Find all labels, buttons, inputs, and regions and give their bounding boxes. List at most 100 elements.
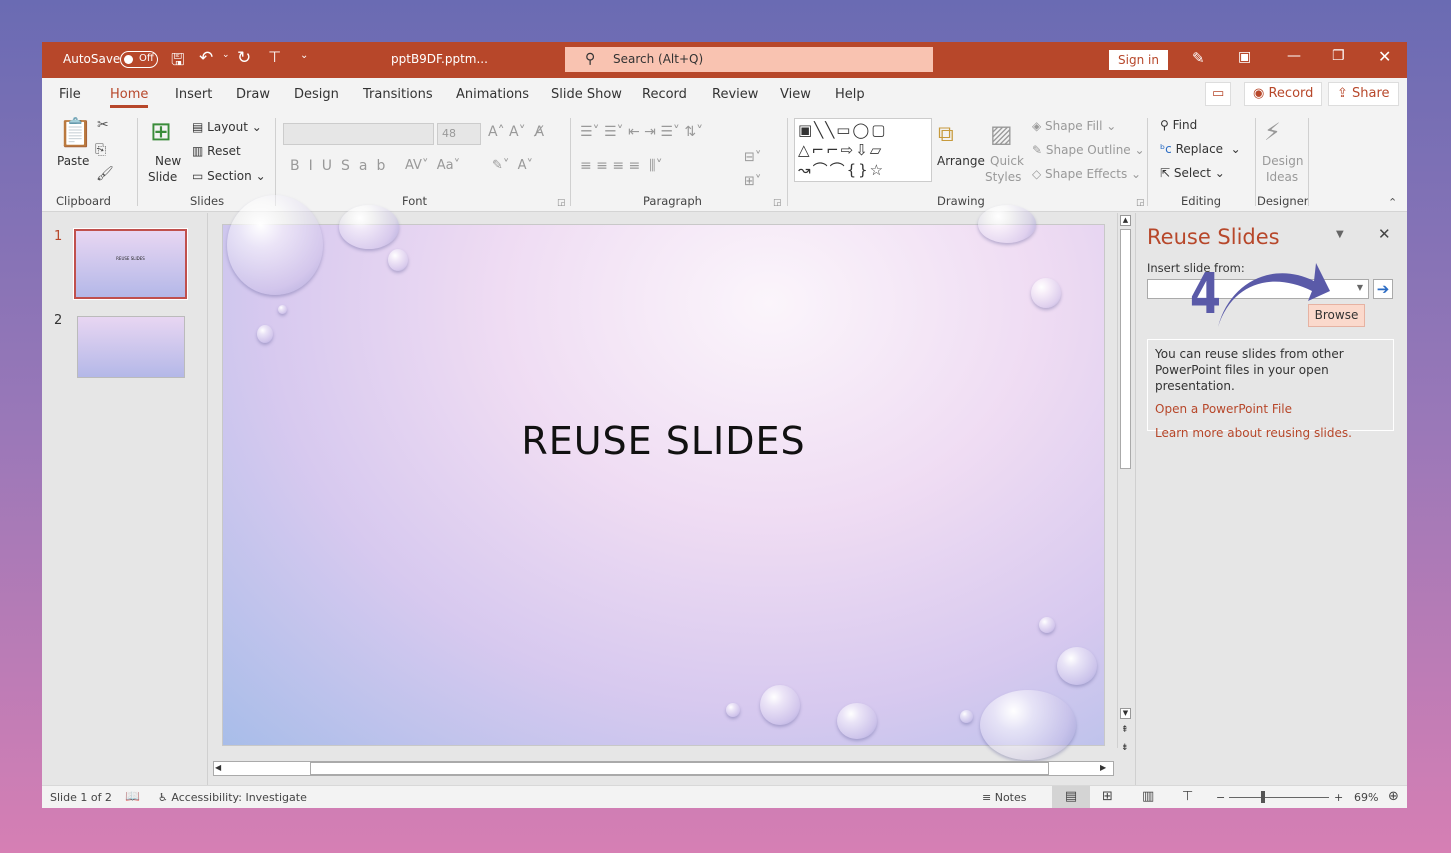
ribbon-display-icon[interactable]: ▣ [1238, 49, 1251, 65]
arrange-icon[interactable]: ⧉ [938, 122, 954, 147]
font-name-box[interactable] [283, 123, 434, 145]
paste-button[interactable]: Paste [57, 154, 89, 168]
paragraph-dialog-launcher-icon[interactable]: ◲ [773, 196, 782, 210]
slide-thumbnail-2[interactable] [77, 316, 185, 378]
undo-dropdown-icon[interactable]: ⌄ [222, 50, 230, 60]
tab-file[interactable]: File [59, 87, 81, 102]
new-slide-label-1[interactable]: New [155, 154, 181, 168]
slide-sorter-icon[interactable]: ⊞ [1102, 789, 1113, 804]
dropdown-arrow-icon[interactable]: ▼ [1357, 283, 1363, 292]
fit-to-window-icon[interactable]: ⊕ [1388, 789, 1399, 804]
slide-thumbnail-1[interactable]: REUSE SLIDES [73, 228, 188, 300]
sign-in-button[interactable]: Sign in [1109, 50, 1168, 70]
font-size-buttons[interactable]: A˄ A˅ A̸ [488, 124, 544, 140]
shape-fill-button[interactable]: ◈ Shape Fill ⌄ [1032, 119, 1116, 133]
design-ideas-icon[interactable]: ⚡ [1264, 118, 1281, 146]
quick-styles-label-2[interactable]: Styles [985, 170, 1021, 184]
scroll-up-icon[interactable]: ▲ [1120, 215, 1131, 226]
tab-record[interactable]: Record [642, 87, 687, 102]
collapse-ribbon-icon[interactable]: ⌃ [1388, 196, 1397, 210]
save-icon[interactable]: 🖫 [171, 49, 185, 76]
normal-view-icon[interactable]: ▤ [1052, 786, 1090, 808]
tab-home[interactable]: Home [110, 87, 149, 108]
tab-slide-show[interactable]: Slide Show [551, 87, 622, 102]
search-box[interactable]: ⚲ Search (Alt+Q) [565, 47, 933, 72]
tab-design[interactable]: Design [294, 87, 339, 102]
shape-effects-button[interactable]: ◇ Shape Effects ⌄ [1032, 167, 1141, 181]
cut-icon[interactable]: ✂ [97, 118, 109, 132]
zoom-slider-thumb[interactable] [1261, 791, 1265, 803]
paste-icon[interactable]: 📋 [58, 118, 93, 148]
reading-view-icon[interactable]: ▥ [1142, 789, 1154, 804]
shape-outline-button[interactable]: ✎ Shape Outline ⌄ [1032, 143, 1145, 157]
format-painter-icon[interactable]: 🖌 [96, 167, 114, 181]
customize-toolbar-icon[interactable]: ⌄ [300, 50, 308, 61]
find-button[interactable]: ⚲ Find [1160, 118, 1197, 132]
tab-animations[interactable]: Animations [456, 87, 529, 102]
zoom-in-button[interactable]: + [1334, 791, 1343, 804]
scroll-down-icon[interactable]: ▼ [1120, 708, 1131, 719]
quick-styles-icon[interactable]: ▨ [990, 120, 1013, 148]
previous-slide-icon[interactable]: ⇞ [1121, 725, 1129, 735]
share-button[interactable]: ⇪ Share [1328, 82, 1399, 106]
open-powerpoint-file-link[interactable]: Open a PowerPoint File [1155, 402, 1292, 416]
scroll-left-icon[interactable]: ◀ [215, 763, 221, 772]
horizontal-scrollbar[interactable]: ◀ ▶ [213, 761, 1114, 776]
highlight-color-button[interactable]: ✎˅ A˅ [492, 158, 533, 173]
spell-check-icon[interactable]: 📖 [125, 789, 140, 803]
shapes-gallery[interactable]: ▣╲╲▭◯▢ △⌐⌐⇨⇩▱ ↝⌒⌒{}☆ [794, 118, 932, 182]
next-slide-icon[interactable]: ⇟ [1121, 743, 1129, 753]
record-button[interactable]: ◉ Record [1244, 82, 1323, 106]
present-icon[interactable]: ⊤ [268, 48, 281, 66]
tab-help[interactable]: Help [835, 87, 865, 102]
learn-more-link[interactable]: Learn more about reusing slides. [1155, 426, 1352, 440]
slide-canvas[interactable]: REUSE SLIDES [223, 195, 1104, 760]
font-size-box[interactable]: 48 [437, 123, 481, 145]
scrollbar-thumb[interactable] [310, 762, 1049, 775]
new-slide-label-2[interactable]: Slide [148, 170, 177, 184]
design-ideas-label-1[interactable]: Design [1262, 154, 1303, 168]
slide-show-icon[interactable]: ⊤ [1182, 789, 1193, 804]
zoom-out-button[interactable]: − [1216, 791, 1225, 804]
pane-close-icon[interactable]: ✕ [1378, 225, 1391, 243]
restore-icon[interactable]: ❐ [1332, 48, 1345, 64]
arrange-button[interactable]: Arrange [937, 154, 985, 168]
align-text-button[interactable]: ⊟˅ [744, 150, 761, 165]
autosave-toggle[interactable]: Off [120, 51, 158, 68]
replace-button[interactable]: ᵇc Replace ⌄ [1160, 142, 1241, 156]
slide-title[interactable]: REUSE SLIDES [223, 419, 1104, 463]
tab-insert[interactable]: Insert [175, 87, 212, 102]
notes-button[interactable]: ≡ Notes [982, 791, 1027, 804]
smartart-button[interactable]: ⊞˅ [744, 174, 761, 189]
reset-button[interactable]: ▥ Reset [192, 144, 241, 158]
accessibility-button[interactable]: ♿ Accessibility: Investigate [158, 791, 307, 804]
list-buttons[interactable]: ☰˅ ☰˅ ⇤ ⇥ ☰˅ ⇅˅ [580, 124, 703, 140]
pane-options-icon[interactable]: ▼ [1336, 229, 1344, 240]
copy-icon[interactable]: ⎘ [95, 143, 106, 157]
design-ideas-label-2[interactable]: Ideas [1266, 170, 1298, 184]
quick-styles-label-1[interactable]: Quick [990, 154, 1024, 168]
layout-button[interactable]: ▤ Layout ⌄ [192, 120, 262, 134]
tab-view[interactable]: View [780, 87, 811, 102]
zoom-slider[interactable] [1229, 797, 1329, 798]
drawing-dialog-launcher-icon[interactable]: ◲ [1136, 196, 1145, 210]
scrollbar-thumb[interactable] [1120, 229, 1131, 469]
section-button[interactable]: ▭ Section ⌄ [192, 169, 266, 183]
comments-button[interactable]: ▭ [1205, 82, 1232, 106]
select-button[interactable]: ⇱ Select ⌄ [1160, 166, 1225, 180]
font-dialog-launcher-icon[interactable]: ◲ [557, 196, 566, 210]
new-slide-icon[interactable]: ⊞ [150, 118, 172, 146]
scroll-right-icon[interactable]: ▶ [1100, 763, 1106, 772]
tab-transitions[interactable]: Transitions [363, 87, 433, 102]
close-icon[interactable]: ✕ [1378, 47, 1391, 66]
undo-icon[interactable]: ↶ [199, 48, 213, 68]
char-spacing-button[interactable]: AV˅ Aa˅ [405, 158, 460, 173]
go-arrow-button[interactable]: ➔ [1373, 279, 1393, 299]
vertical-scrollbar[interactable]: ▲ ▼ ⇞ ⇟ [1117, 213, 1133, 753]
tab-draw[interactable]: Draw [236, 87, 270, 102]
tab-review[interactable]: Review [712, 87, 758, 102]
minimize-icon[interactable]: — [1287, 48, 1301, 64]
zoom-level[interactable]: 69% [1354, 791, 1378, 804]
font-format-buttons[interactable]: BIUSab [290, 158, 394, 174]
pen-icon[interactable]: ✎ [1192, 49, 1205, 67]
